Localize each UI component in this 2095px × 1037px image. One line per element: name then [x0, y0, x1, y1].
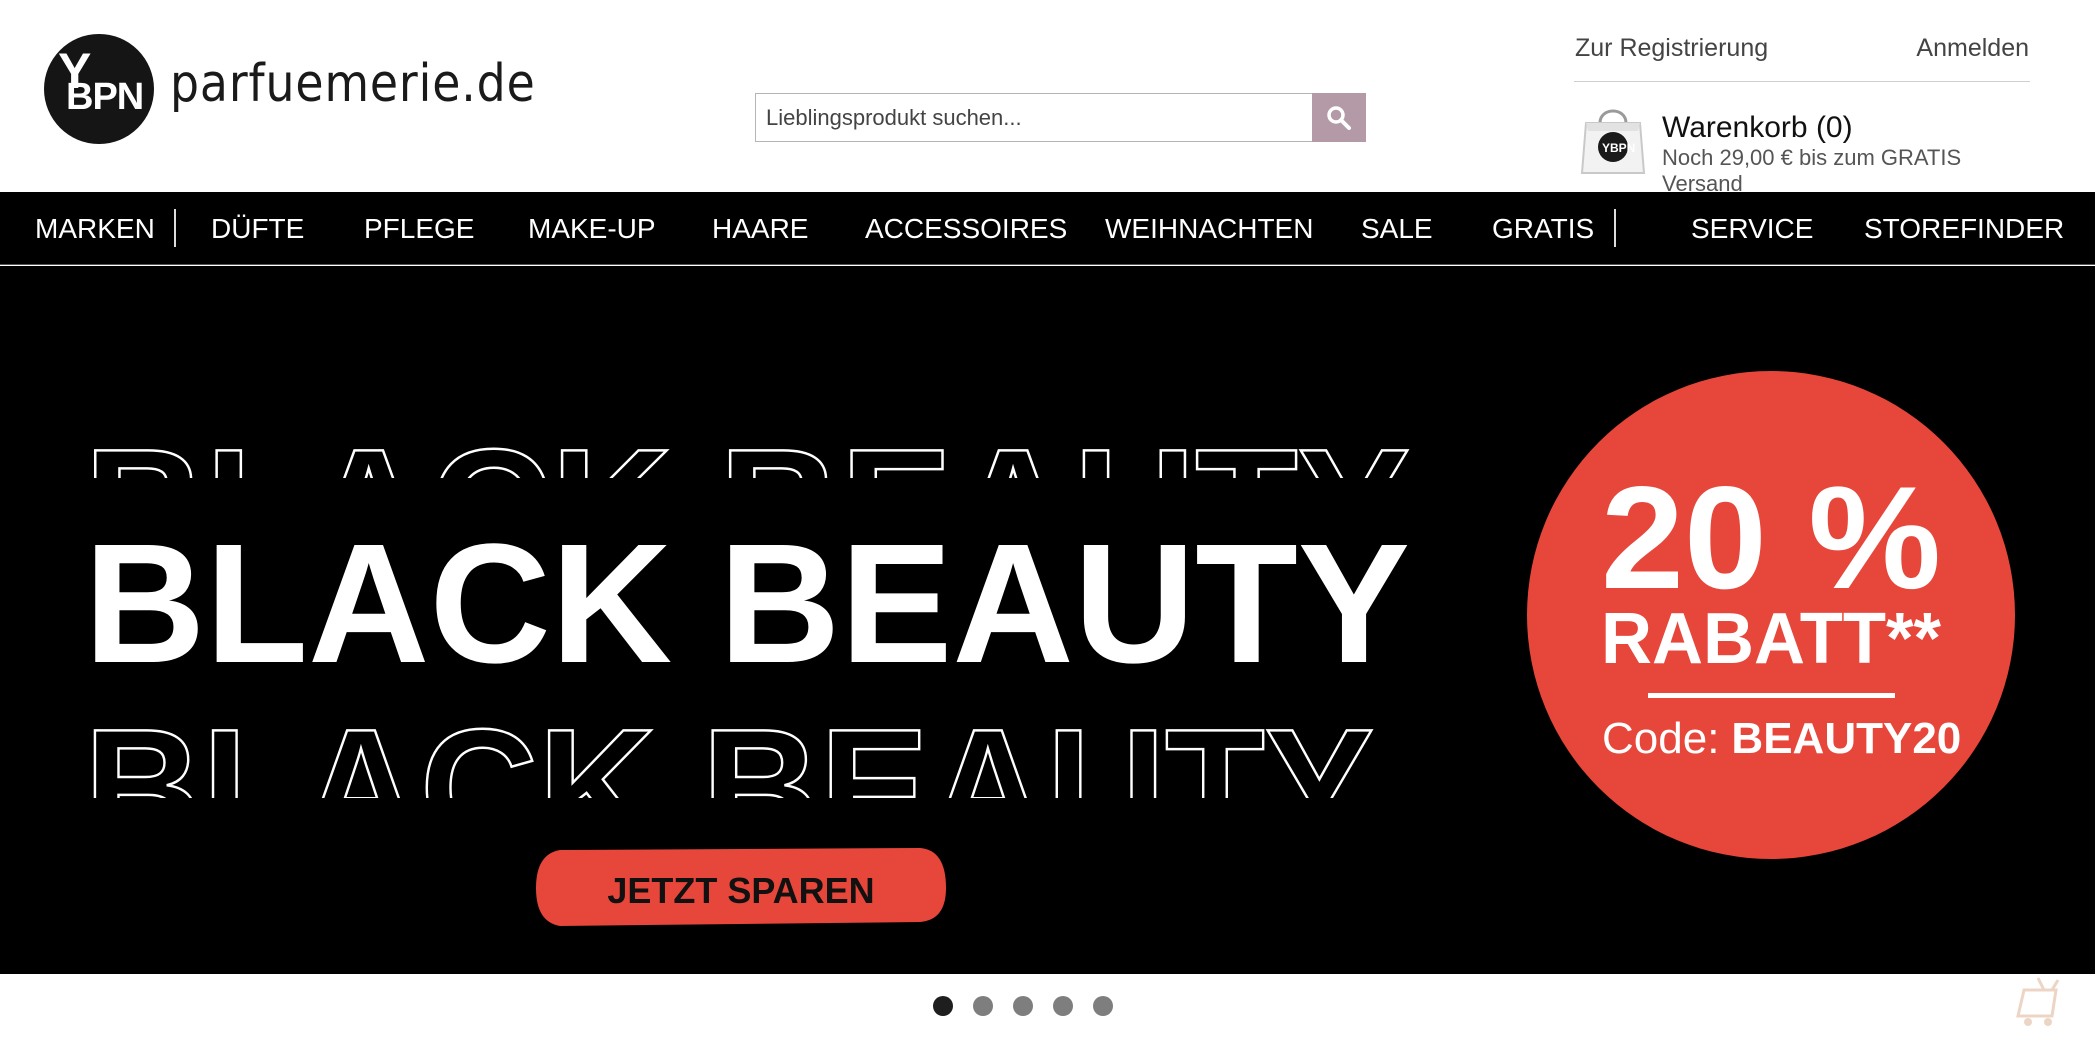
logo-mark: Y BPN [44, 34, 154, 144]
svg-text:YBPN: YBPN [1602, 141, 1635, 155]
carousel-dot-3[interactable] [1012, 996, 1033, 1016]
carousel-dots [0, 996, 2095, 1020]
nav-item-duefte[interactable]: DÜFTE [211, 192, 304, 265]
site-logo[interactable]: Y BPN parfuemerie.de [44, 34, 586, 144]
cta-label: JETZT SPAREN [607, 870, 874, 911]
nav-item-service[interactable]: SERVICE [1691, 192, 1813, 265]
search-icon [1327, 105, 1351, 130]
hero-graphic: BLACK BEAUTY BLACK BEAUTY BLACK BEAUTY J… [83, 371, 2015, 926]
nav-item-haare[interactable]: HAARE [712, 192, 808, 265]
account-links: Zur Registrierung Anmelden [1574, 32, 2030, 82]
decorative-watermark-icon [2016, 977, 2060, 1026]
nav-item-sale[interactable]: SALE [1361, 192, 1433, 265]
nav-item-gratis[interactable]: GRATIS [1492, 192, 1594, 265]
cta-button[interactable]: JETZT SPAREN [536, 848, 946, 926]
hero-headline: BLACK BEAUTY [84, 509, 1410, 699]
cart-widget[interactable]: YBPN Warenkorb (0) Noch 29,00 € bis zum … [1574, 97, 2044, 196]
carousel-dot-5[interactable] [1092, 996, 1113, 1016]
search-input[interactable] [755, 93, 1312, 142]
register-link[interactable]: Zur Registrierung [1575, 34, 1768, 63]
nav-item-pflege[interactable]: PFLEGE [364, 192, 474, 265]
nav-item-storefinder[interactable]: STOREFINDER [1864, 192, 2064, 265]
logo-letters-bpn: BPN [66, 76, 144, 118]
carousel-dot-4[interactable] [1052, 996, 1073, 1016]
promo-code: BEAUTY20 [1731, 714, 1961, 763]
main-navigation: MARKEN DÜFTE PFLEGE MAKE-UP HAARE ACCESS… [0, 192, 2095, 265]
nav-item-make-up[interactable]: MAKE-UP [528, 192, 656, 265]
discount-value: 20 % [1601, 456, 1941, 619]
nav-item-weihnachten[interactable]: WEIHNACHTEN [1105, 192, 1313, 265]
cart-shipping-note: Noch 29,00 € bis zum GRATIS Versand [1662, 145, 1962, 196]
search-button[interactable] [1312, 93, 1366, 142]
login-link[interactable]: Anmelden [1916, 34, 2029, 63]
carousel-dot-2[interactable] [972, 996, 993, 1016]
carousel-dot-1[interactable] [932, 996, 953, 1016]
shopping-bag-icon: YBPN [1580, 109, 1646, 174]
search-bar [755, 93, 1366, 142]
site-header: Y BPN parfuemerie.de Zur Registrierung A… [0, 0, 2095, 196]
nav-divider [174, 209, 176, 247]
svg-text:Code:BEAUTY20: Code: BEAUTY20 [1602, 714, 1961, 763]
brand-name: parfuemerie.de [170, 54, 536, 114]
hero-banner[interactable]: BLACK BEAUTY BLACK BEAUTY BLACK BEAUTY J… [0, 266, 2095, 974]
nav-item-marken[interactable]: MARKEN [35, 192, 155, 265]
nav-divider [1614, 209, 1616, 247]
cart-title: Warenkorb (0) [1662, 111, 1853, 144]
code-prefix: Code: [1602, 714, 1719, 763]
nav-item-accessoires[interactable]: ACCESSOIRES [865, 192, 1067, 265]
discount-badge: 20 % RABATT** Code: BEAUTY20 [1527, 371, 2015, 859]
discount-label: RABATT** [1601, 599, 1941, 679]
